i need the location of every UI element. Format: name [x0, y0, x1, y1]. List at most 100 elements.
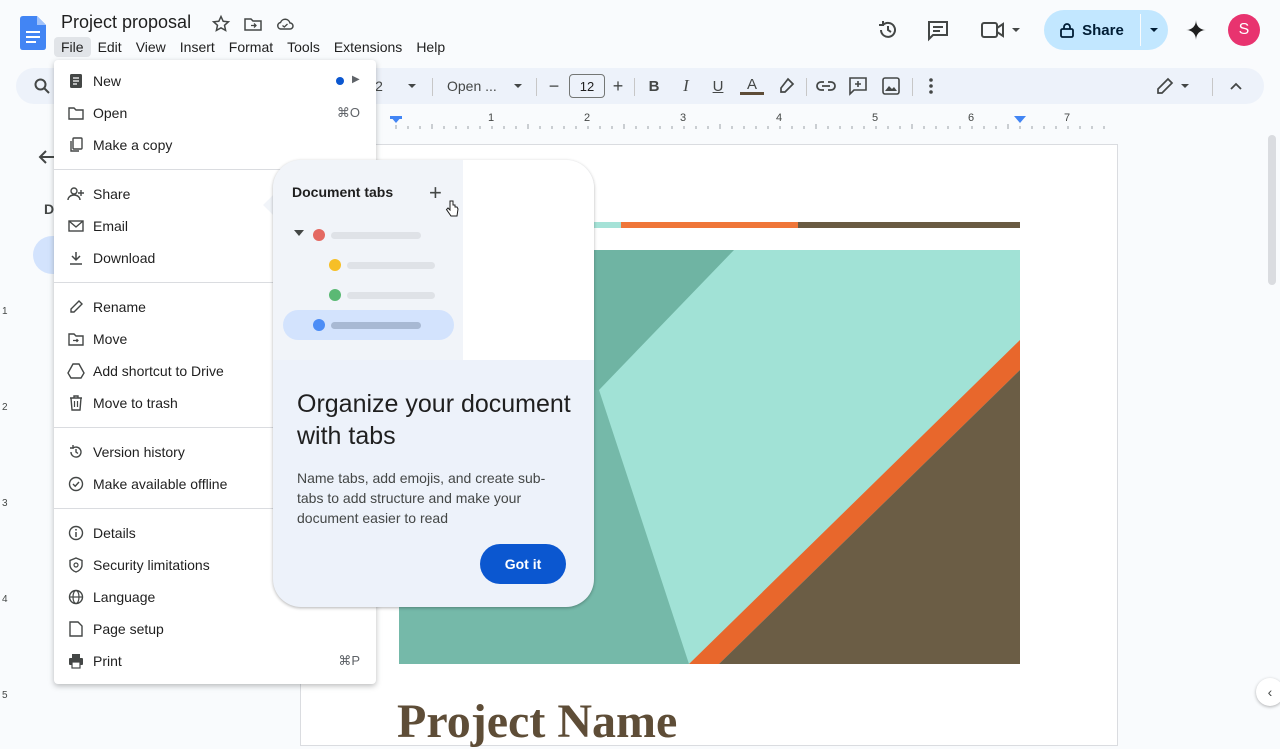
ruler-number: 1 — [488, 112, 495, 124]
menu-shortcut: ⌘O — [336, 105, 360, 120]
menu-item-open[interactable]: Open ⌘O — [54, 97, 376, 129]
insert-image-icon[interactable] — [881, 76, 901, 96]
lock-icon — [1060, 23, 1075, 38]
menu-file[interactable]: File — [54, 37, 91, 57]
italic-icon[interactable]: I — [678, 74, 694, 98]
copy-icon — [67, 136, 85, 154]
star-icon[interactable] — [211, 14, 231, 34]
document-heading[interactable]: Project Name — [397, 694, 677, 749]
ruler-number: 4 — [776, 112, 783, 124]
toolbar-divider — [432, 78, 433, 96]
font-size-input[interactable]: 12 — [569, 74, 605, 98]
tab-placeholder-bar — [331, 322, 421, 329]
share-divider — [1140, 14, 1141, 46]
tab-dot-red — [313, 229, 325, 241]
text-color-swatch — [740, 92, 764, 95]
meet-video-icon[interactable] — [980, 18, 1024, 42]
bold-icon[interactable]: B — [646, 74, 662, 98]
ruler-number: 5 — [872, 112, 879, 124]
link-icon[interactable] — [815, 76, 837, 96]
document-title[interactable]: Project proposal — [61, 12, 191, 33]
menu-item-label: Make a copy — [93, 137, 173, 153]
info-icon — [67, 524, 85, 542]
menu-item-label: Add shortcut to Drive — [93, 363, 224, 379]
gemini-spark-icon[interactable] — [1184, 18, 1208, 42]
search-menus-icon[interactable] — [33, 77, 51, 95]
side-panel-toggle-icon[interactable]: ‹ — [1256, 678, 1280, 706]
vertical-ruler[interactable] — [0, 130, 16, 720]
font-dropdown-icon[interactable] — [512, 80, 524, 92]
shield-icon — [67, 556, 85, 574]
vruler-number: 1 — [2, 306, 8, 317]
printer-icon — [67, 652, 85, 670]
menu-item-label: Details — [93, 525, 136, 541]
decrease-font-size-icon[interactable]: − — [546, 74, 562, 98]
toolbar-divider — [634, 78, 635, 96]
menu-insert[interactable]: Insert — [173, 37, 222, 57]
editing-mode-icon[interactable] — [1154, 76, 1194, 96]
horizontal-ruler[interactable] — [384, 112, 1120, 130]
more-options-icon[interactable] — [926, 76, 936, 96]
menu-item-new[interactable]: New ▶ — [54, 65, 376, 97]
toolbar-divider — [912, 78, 913, 96]
menu-item-label: Move to trash — [93, 395, 178, 411]
share-label: Share — [1082, 21, 1124, 39]
zoom-dropdown-icon[interactable] — [406, 80, 418, 92]
got-it-button[interactable]: Got it — [480, 544, 566, 584]
ruler-number: 2 — [584, 112, 591, 124]
menu-extensions[interactable]: Extensions — [327, 37, 409, 57]
collapse-toolbar-icon[interactable] — [1228, 78, 1244, 94]
vruler-number: 3 — [2, 498, 8, 509]
share-button[interactable]: Share — [1044, 10, 1140, 50]
menu-tools[interactable]: Tools — [280, 37, 327, 57]
toolbar-divider — [806, 78, 807, 96]
highlight-pen-icon[interactable] — [776, 76, 796, 96]
font-family-select[interactable]: Open ... — [447, 74, 505, 98]
menu-view[interactable]: View — [129, 37, 173, 57]
trash-icon — [67, 394, 85, 412]
color-strip-segment — [798, 222, 1020, 228]
share-button-group: Share — [1044, 10, 1168, 50]
sidepanel-label-partial: D — [44, 201, 55, 217]
tab-placeholder-bar — [347, 292, 435, 299]
cloud-saved-icon[interactable] — [275, 14, 295, 34]
cursor-hand-icon — [445, 200, 459, 217]
menu-item-page-setup[interactable]: Page setup — [54, 613, 376, 645]
menu-item-label: Email — [93, 218, 129, 234]
docs-logo-icon[interactable] — [20, 16, 46, 50]
ruler-number: 6 — [968, 112, 975, 124]
toolbar-divider — [1212, 78, 1213, 96]
globe-icon — [67, 588, 85, 606]
tab-dot-blue — [313, 319, 325, 331]
vertical-scrollbar[interactable] — [1268, 135, 1276, 285]
document-tabs-callout: Document tabs + Organize your document w… — [273, 160, 594, 607]
submenu-arrow-icon: ▶ — [352, 74, 360, 85]
menu-item-make-a-copy[interactable]: Make a copy — [54, 129, 376, 161]
menu-edit[interactable]: Edit — [91, 37, 129, 57]
doc-icon — [67, 72, 85, 90]
pencil-icon — [67, 298, 85, 316]
folder-icon — [67, 104, 85, 122]
menu-item-label: Page setup — [93, 621, 164, 637]
tab-dot-green — [329, 289, 341, 301]
chevron-down-icon[interactable] — [1148, 24, 1160, 36]
history-icon[interactable] — [876, 18, 900, 42]
menu-item-label: Print — [93, 653, 122, 669]
menu-help[interactable]: Help — [409, 37, 452, 57]
offline-icon — [67, 475, 85, 493]
menu-format[interactable]: Format — [222, 37, 280, 57]
comment-icon[interactable] — [926, 18, 950, 42]
menu-item-label: Open — [93, 105, 128, 121]
increase-font-size-icon[interactable]: + — [610, 74, 626, 98]
menu-bar: File Edit View Insert Format Tools Exten… — [54, 37, 452, 57]
avatar[interactable]: S — [1228, 14, 1260, 46]
page-icon — [67, 620, 85, 638]
underline-icon[interactable]: U — [710, 74, 726, 98]
vruler-number: 5 — [2, 690, 8, 701]
move-folder-icon[interactable] — [243, 14, 263, 34]
tab-placeholder-bar — [347, 262, 435, 269]
callout-illustration-page — [463, 160, 594, 360]
callout-panel-title: Document tabs — [292, 184, 394, 200]
add-comment-icon[interactable] — [848, 76, 868, 96]
menu-item-print[interactable]: Print ⌘P — [54, 645, 376, 677]
